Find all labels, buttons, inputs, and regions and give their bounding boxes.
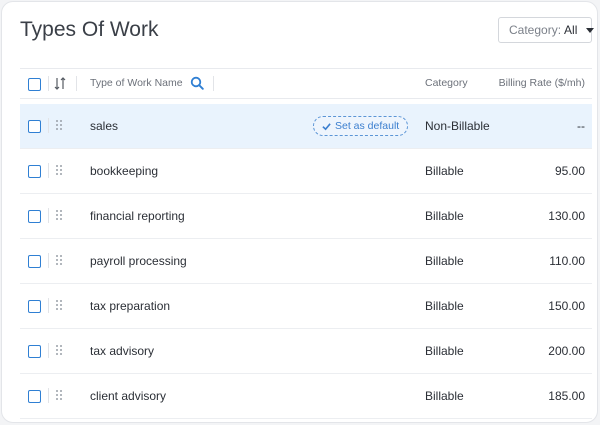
row-checkbox[interactable] (28, 255, 41, 268)
search-icon[interactable] (190, 76, 204, 90)
row-checkbox[interactable] (28, 165, 41, 178)
caret-down-icon (586, 27, 595, 33)
drag-handle-icon[interactable] (56, 165, 64, 177)
row-checkbox[interactable] (28, 390, 41, 403)
category-cell: Billable (425, 344, 464, 358)
category-cell: Billable (425, 209, 464, 223)
table-row[interactable]: payroll processing Billable 110.00 (20, 239, 592, 284)
sort-arrows-icon[interactable] (54, 77, 66, 90)
drag-handle-icon[interactable] (56, 210, 64, 222)
column-divider (48, 253, 49, 268)
type-of-work-name: client advisory (90, 389, 167, 403)
column-header-billing-rate[interactable]: Billing Rate ($/mh) (499, 77, 585, 89)
column-divider (48, 163, 49, 178)
drag-handle-icon[interactable] (56, 300, 64, 312)
row-checkbox[interactable] (28, 210, 41, 223)
page-title: Types Of Work (20, 18, 159, 41)
billing-rate-cell: -- (577, 119, 585, 133)
drag-handle-icon[interactable] (56, 345, 64, 357)
column-header-category[interactable]: Category (425, 77, 468, 89)
type-of-work-name: financial reporting (90, 209, 185, 223)
type-of-work-name: bookkeeping (90, 164, 159, 178)
select-all-checkbox[interactable] (28, 77, 41, 91)
column-divider (213, 76, 214, 91)
table-row[interactable]: client advisory Billable 185.00 (20, 374, 592, 419)
column-divider (76, 76, 77, 91)
types-of-work-table: Type of Work Name Category Billing Rate … (20, 68, 592, 419)
category-filter-value: All (564, 23, 578, 37)
category-cell: Billable (425, 254, 464, 268)
table-row[interactable]: sales Non-Billable -- Set as default (20, 104, 592, 149)
column-divider (48, 298, 49, 313)
type-of-work-name: sales (90, 119, 119, 133)
table-body: sales Non-Billable -- Set as default boo… (20, 104, 592, 419)
category-cell: Billable (425, 164, 464, 178)
category-filter-dropdown[interactable]: Category: All (498, 17, 595, 43)
billing-rate-cell: 110.00 (549, 254, 585, 268)
column-divider (48, 118, 49, 133)
billing-rate-cell: 95.00 (554, 164, 585, 178)
type-of-work-name: tax preparation (90, 299, 171, 313)
row-checkbox[interactable] (28, 120, 41, 133)
category-cell: Non-Billable (425, 119, 490, 133)
set-as-default-label: Set as default (335, 120, 400, 132)
check-icon (322, 122, 331, 130)
type-of-work-name: payroll processing (90, 254, 187, 268)
billing-rate-cell: 150.00 (548, 299, 585, 313)
drag-handle-icon[interactable] (56, 390, 64, 402)
column-divider (48, 76, 49, 91)
types-of-work-card: Types Of Work Category: All Type of Work… (1, 1, 598, 423)
table-row[interactable]: tax advisory Billable 200.00 (20, 329, 592, 374)
table-header: Type of Work Name Category Billing Rate … (20, 68, 592, 99)
row-checkbox[interactable] (28, 300, 41, 313)
column-divider (48, 208, 49, 223)
table-row[interactable]: tax preparation Billable 150.00 (20, 284, 592, 329)
column-divider (48, 388, 49, 403)
billing-rate-cell: 185.00 (548, 389, 585, 403)
drag-handle-icon[interactable] (56, 255, 64, 267)
row-checkbox[interactable] (28, 345, 41, 358)
category-cell: Billable (425, 389, 464, 403)
billing-rate-cell: 130.00 (548, 209, 585, 223)
billing-rate-cell: 200.00 (548, 344, 585, 358)
table-row[interactable]: bookkeeping Billable 95.00 (20, 149, 592, 194)
drag-handle-icon[interactable] (56, 120, 64, 132)
type-of-work-name: tax advisory (90, 344, 155, 358)
table-row[interactable]: financial reporting Billable 130.00 (20, 194, 592, 239)
column-header-name[interactable]: Type of Work Name (90, 77, 183, 89)
category-cell: Billable (425, 299, 464, 313)
column-divider (48, 343, 49, 358)
set-as-default-button[interactable]: Set as default (313, 116, 409, 136)
category-filter-label: Category: (509, 23, 562, 37)
